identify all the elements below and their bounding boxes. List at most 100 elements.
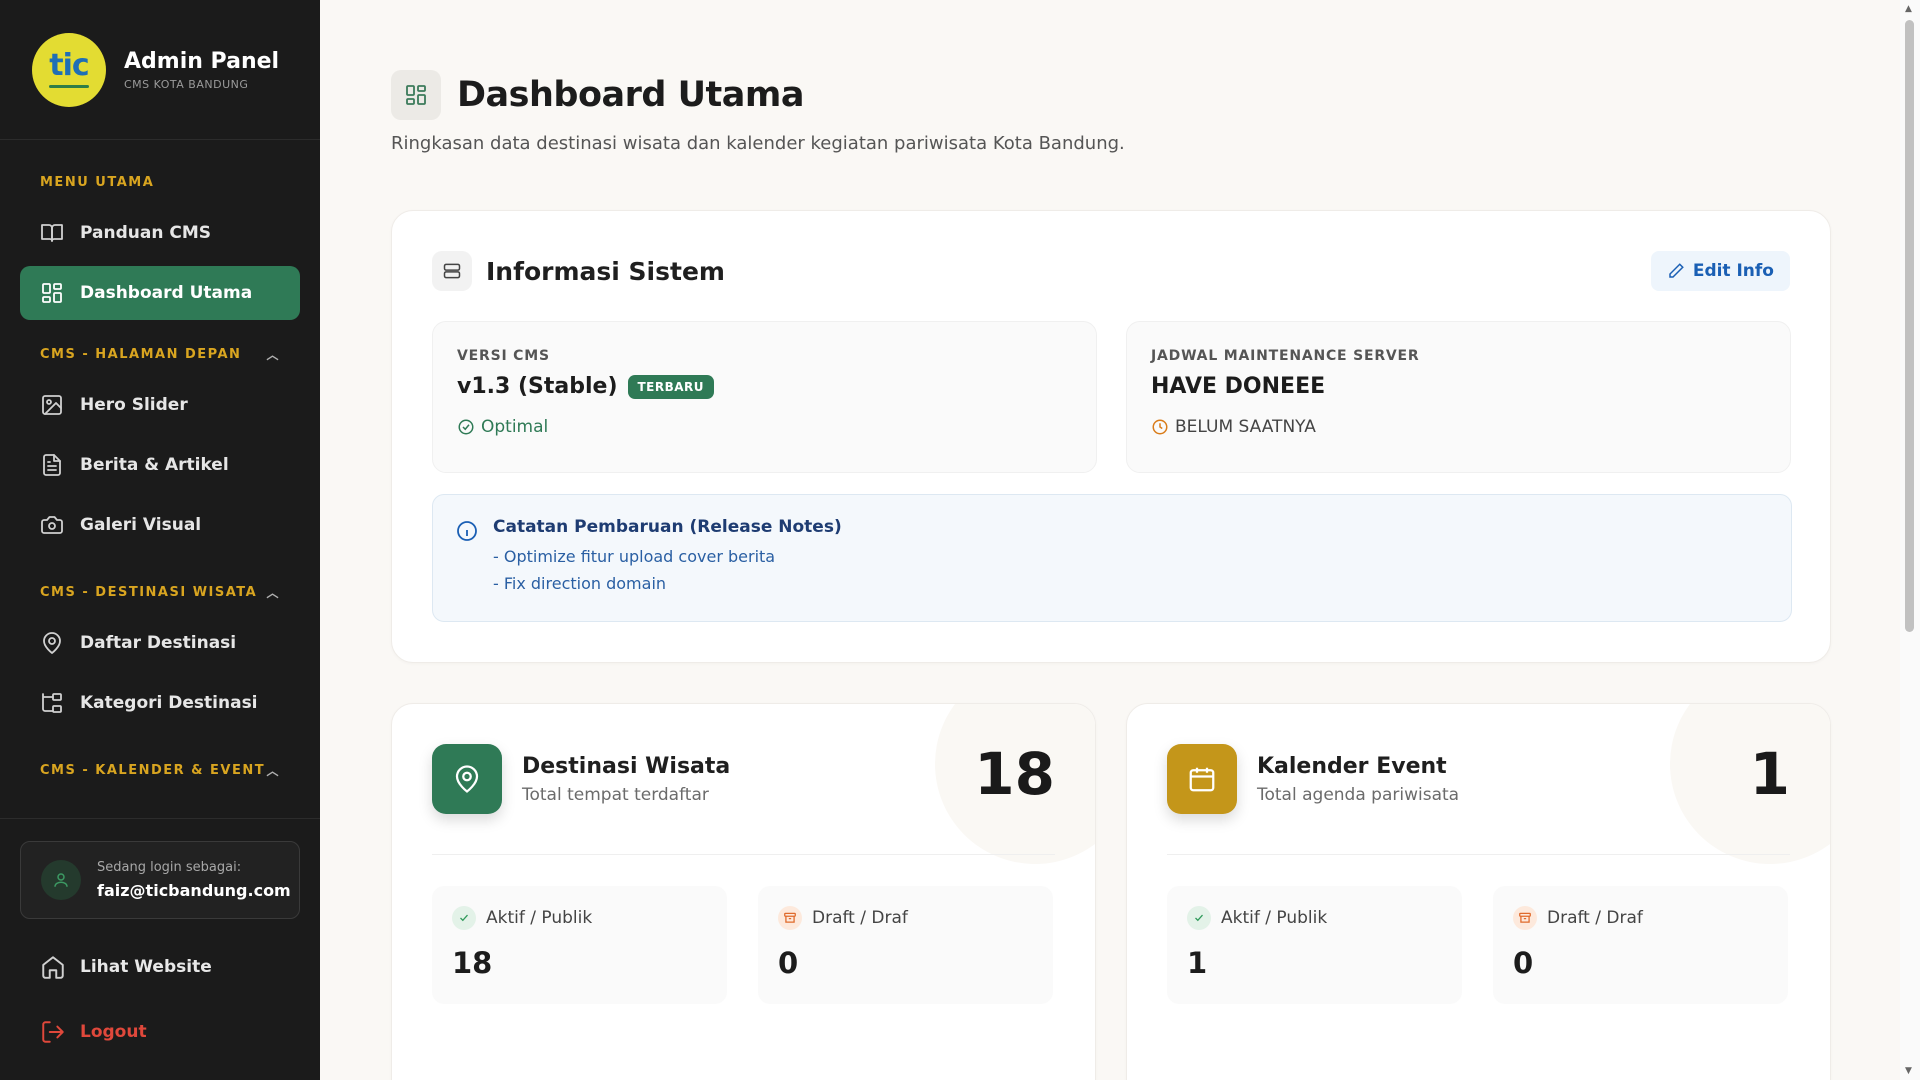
section-kalender-event[interactable]: CMS - KALENDER & EVENT ︿ bbox=[20, 760, 300, 780]
archive-icon bbox=[778, 906, 802, 930]
cms-version-value: v1.3 (Stable) bbox=[457, 374, 618, 399]
maintenance-value: HAVE DONEEE bbox=[1151, 374, 1326, 399]
check-circle-icon bbox=[458, 419, 474, 435]
tic-logo[interactable]: tic bbox=[32, 32, 106, 107]
sidebar-divider bbox=[0, 818, 320, 819]
maintenance-status-text: BELUM SAATNYA bbox=[1175, 417, 1316, 437]
sidebar-item-label: Panduan CMS bbox=[80, 223, 211, 243]
login-label: Sedang login sebagai: bbox=[97, 860, 242, 875]
sidebar-item-dashboard[interactable]: Dashboard Utama bbox=[20, 266, 300, 320]
sidebar-item-berita[interactable]: Berita & Artikel bbox=[20, 438, 300, 492]
system-info-card: Informasi Sistem Edit Info VERSI CMS v1.… bbox=[391, 210, 1831, 663]
page-title: Dashboard Utama bbox=[457, 75, 805, 115]
calendar-icon bbox=[1167, 744, 1237, 814]
scroll-up-arrow[interactable]: ▲ bbox=[1905, 4, 1912, 14]
cms-version-label: VERSI CMS bbox=[457, 348, 550, 364]
maintenance-box: JADWAL MAINTENANCE SERVER HAVE DONEEE BE… bbox=[1126, 321, 1791, 473]
stat-total: 18 bbox=[974, 740, 1055, 808]
sidebar-item-label: Daftar Destinasi bbox=[80, 633, 237, 653]
login-email: faiz@ticbandung.com bbox=[97, 881, 291, 900]
section-label: CMS - KALENDER & EVENT bbox=[40, 762, 266, 778]
pencil-icon bbox=[1669, 263, 1684, 278]
active-label: Aktif / Publik bbox=[1221, 908, 1328, 928]
scroll-down-arrow[interactable]: ▼ bbox=[1905, 1066, 1912, 1076]
sidebar-item-label: Dashboard Utama bbox=[80, 283, 253, 303]
view-website-link[interactable]: Lihat Website bbox=[40, 954, 212, 980]
view-website-label: Lihat Website bbox=[80, 957, 212, 977]
sidebar-item-label: Kategori Destinasi bbox=[80, 693, 258, 713]
sidebar-item-label: Galeri Visual bbox=[80, 515, 202, 535]
section-halaman-depan[interactable]: CMS - HALAMAN DEPAN ︿ bbox=[20, 344, 300, 364]
dashboard-grid-icon bbox=[391, 70, 441, 120]
version-status-text: Optimal bbox=[481, 417, 549, 437]
active-value: 1 bbox=[1187, 946, 1208, 980]
stat-title: Kalender Event bbox=[1257, 753, 1447, 779]
chevron-up-icon[interactable]: ︿ bbox=[266, 762, 280, 779]
chevron-up-icon[interactable]: ︿ bbox=[266, 346, 280, 363]
dashboard-grid-icon bbox=[40, 281, 64, 305]
clock-icon bbox=[1152, 419, 1168, 435]
draft-count-box: Draft / Draf 0 bbox=[758, 886, 1053, 1004]
check-circle-icon bbox=[452, 906, 476, 930]
draft-count-box: Draft / Draf 0 bbox=[1493, 886, 1788, 1004]
logout-button[interactable]: Logout bbox=[40, 1019, 147, 1045]
section-destinasi-wisata[interactable]: CMS - DESTINASI WISATA ︿ bbox=[20, 582, 300, 602]
home-icon bbox=[42, 956, 64, 979]
folder-tree-icon bbox=[40, 691, 64, 715]
check-circle-icon bbox=[1187, 906, 1211, 930]
file-text-icon bbox=[40, 453, 64, 477]
draft-label: Draft / Draf bbox=[812, 908, 908, 928]
book-icon bbox=[40, 221, 64, 245]
camera-icon bbox=[40, 513, 64, 537]
release-notes-title: Catatan Pembaruan (Release Notes) bbox=[493, 517, 842, 537]
page-scrollbar[interactable]: ▲ ▼ bbox=[1900, 0, 1920, 1080]
maintenance-status: BELUM SAATNYA bbox=[1151, 417, 1766, 437]
release-note-item: - Optimize fitur upload cover berita bbox=[493, 547, 776, 566]
logout-label: Logout bbox=[80, 1022, 147, 1042]
section-label: CMS - HALAMAN DEPAN bbox=[40, 346, 242, 362]
draft-label: Draft / Draf bbox=[1547, 908, 1643, 928]
system-info-title: Informasi Sistem bbox=[486, 256, 725, 286]
brand-header: tic Admin Panel CMS KOTA BANDUNG bbox=[0, 0, 320, 140]
logo-text: tic bbox=[49, 48, 89, 83]
sidebar-item-kategori[interactable]: Kategori Destinasi bbox=[20, 676, 300, 730]
map-pin-icon bbox=[432, 744, 502, 814]
section-label: CMS - DESTINASI WISATA bbox=[40, 584, 258, 600]
active-label: Aktif / Publik bbox=[486, 908, 593, 928]
logout-icon bbox=[42, 1021, 64, 1043]
latest-badge: TERBARU bbox=[627, 374, 715, 399]
main-content: Dashboard Utama Ringkasan data destinasi… bbox=[320, 0, 1900, 1080]
active-count-box: Aktif / Publik 18 bbox=[432, 886, 727, 1004]
info-icon bbox=[457, 521, 477, 541]
image-icon bbox=[40, 393, 64, 417]
page-header: Dashboard Utama bbox=[391, 70, 805, 120]
release-note-item: - Fix direction domain bbox=[493, 574, 667, 593]
stat-total: 1 bbox=[1749, 740, 1790, 808]
scroll-thumb[interactable] bbox=[1905, 20, 1914, 632]
active-value: 18 bbox=[452, 946, 493, 980]
sidebar-item-label: Berita & Artikel bbox=[80, 455, 229, 475]
draft-value: 0 bbox=[778, 946, 799, 980]
divider bbox=[1167, 854, 1790, 855]
page-subtitle: Ringkasan data destinasi wisata dan kale… bbox=[391, 133, 1125, 154]
sidebar-item-hero-slider[interactable]: Hero Slider bbox=[20, 378, 300, 432]
stat-subtitle: Total tempat terdaftar bbox=[522, 784, 709, 805]
active-count-box: Aktif / Publik 1 bbox=[1167, 886, 1462, 1004]
logo-underline bbox=[49, 85, 89, 88]
brand-title: Admin Panel bbox=[124, 48, 280, 74]
edit-info-label: Edit Info bbox=[1692, 261, 1774, 281]
sidebar-item-panduan[interactable]: Panduan CMS bbox=[20, 206, 300, 260]
server-icon bbox=[432, 251, 472, 291]
edit-info-button[interactable]: Edit Info bbox=[1650, 251, 1790, 291]
stat-subtitle: Total agenda pariwisata bbox=[1257, 784, 1460, 805]
maintenance-label: JADWAL MAINTENANCE SERVER bbox=[1151, 348, 1420, 364]
sidebar-item-galeri[interactable]: Galeri Visual bbox=[20, 498, 300, 552]
chevron-up-icon[interactable]: ︿ bbox=[266, 584, 280, 601]
kalender-stat-card: Kalender Event Total agenda pariwisata 1… bbox=[1126, 703, 1831, 1080]
divider bbox=[432, 854, 1055, 855]
draft-value: 0 bbox=[1513, 946, 1534, 980]
release-notes-box: Catatan Pembaruan (Release Notes) - Opti… bbox=[432, 494, 1792, 622]
sidebar-item-destinasi[interactable]: Daftar Destinasi bbox=[20, 616, 300, 670]
sidebar: tic Admin Panel CMS KOTA BANDUNG MENU UT… bbox=[0, 0, 320, 1080]
section-label: MENU UTAMA bbox=[40, 174, 155, 190]
